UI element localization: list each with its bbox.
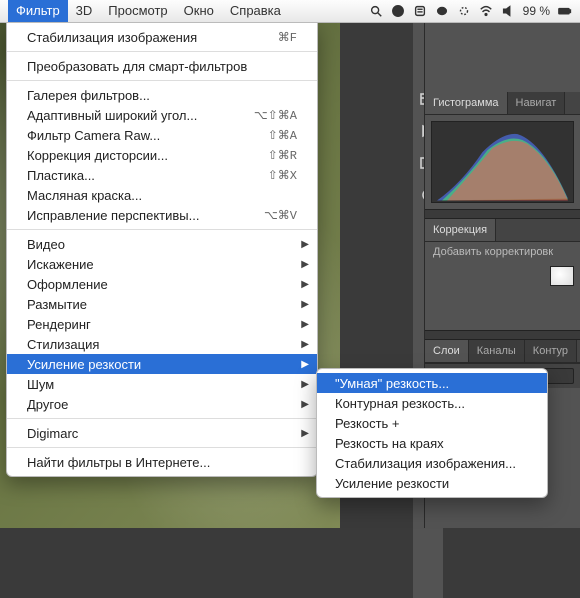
chevron-right-icon: ▶ [301,319,309,330]
menu-stylize[interactable]: Стилизация▶ [7,334,317,354]
menu-oil-paint[interactable]: Масляная краска... [7,185,317,205]
tab-navigator[interactable]: Навигат [508,92,566,114]
chevron-right-icon: ▶ [301,339,309,350]
chevron-right-icon: ▶ [301,379,309,390]
battery-icon[interactable] [558,4,572,18]
volume-icon[interactable] [501,4,515,18]
menu-other[interactable]: Другое▶ [7,394,317,414]
submenu-sharpen-more[interactable]: Резкость + [317,413,547,433]
menu-3d[interactable]: 3D [68,0,101,22]
menu-noise[interactable]: Шум▶ [7,374,317,394]
wifi-icon[interactable] [479,4,493,18]
menubar: Фильтр 3D Просмотр Окно Справка 99 % [0,0,580,23]
menu-filter-gallery[interactable]: Галерея фильтров... [7,85,317,105]
sharpen-submenu: "Умная" резкость... Контурная резкость..… [316,368,548,498]
chevron-right-icon: ▶ [301,279,309,290]
chevron-right-icon: ▶ [301,239,309,250]
add-adjustment-label: Добавить корректировк [425,242,580,262]
menu-digimarc[interactable]: Digimarc▶ [7,423,317,443]
submenu-edge-sharpen[interactable]: Контурная резкость... [317,393,547,413]
tab-paths[interactable]: Контур [525,340,577,362]
tab-channels[interactable]: Каналы [469,340,525,362]
adjustment-icon[interactable] [550,266,574,286]
tab-adjustments[interactable]: Коррекция [425,219,496,241]
menu-render[interactable]: Рендеринг▶ [7,314,317,334]
menu-vanishing-point[interactable]: Исправление перспективы...⌥⌘V [7,205,317,225]
menu-help[interactable]: Справка [222,0,289,22]
submenu-smart-sharpen[interactable]: "Умная" резкость... [317,373,547,393]
chevron-right-icon: ▶ [301,259,309,270]
menu-blur[interactable]: Размытие▶ [7,294,317,314]
menu-stabilize[interactable]: Стабилизация изображения⌘F [7,27,317,47]
menu-pixelate[interactable]: Оформление▶ [7,274,317,294]
tab-histogram[interactable]: Гистограмма [425,92,508,114]
submenu-unsharp-mask[interactable]: Усиление резкости [317,473,547,493]
submenu-sharpen-edges[interactable]: Резкость на краях [317,433,547,453]
chevron-right-icon: ▶ [301,399,309,410]
tab-layers[interactable]: Слои [425,340,469,362]
menu-camera-raw[interactable]: Фильтр Camera Raw...⇧⌘A [7,125,317,145]
chevron-right-icon: ▶ [301,428,309,439]
menu-lens-correction[interactable]: Коррекция дисторсии...⇧⌘R [7,145,317,165]
menu-liquify[interactable]: Пластика...⇧⌘X [7,165,317,185]
menu-video[interactable]: Видео▶ [7,234,317,254]
menu-adaptive-wide[interactable]: Адаптивный широкий угол...⌥⇧⌘A [7,105,317,125]
submenu-shake-reduction[interactable]: Стабилизация изображения... [317,453,547,473]
battery-text: 99 % [523,4,550,18]
spotlight-icon[interactable] [369,4,383,18]
chevron-right-icon: ▶ [301,299,309,310]
menu-window[interactable]: Окно [176,0,222,22]
menu-distort[interactable]: Искажение▶ [7,254,317,274]
system-tray: 99 % [369,4,572,18]
histogram-display [431,121,574,203]
menu-view[interactable]: Просмотр [100,0,175,22]
menu-filter[interactable]: Фильтр [8,0,68,22]
filter-dropdown: Стабилизация изображения⌘F Преобразовать… [6,22,318,477]
cc-icon[interactable] [391,4,405,18]
cloud-icon[interactable] [435,4,449,18]
notification-icon[interactable] [413,4,427,18]
menu-browse-online[interactable]: Найти фильтры в Интернете... [7,452,317,472]
chevron-right-icon: ▶ [301,359,309,370]
menu-convert-smart[interactable]: Преобразовать для смарт-фильтров [7,56,317,76]
sync-icon[interactable] [457,4,471,18]
menu-sharpen[interactable]: Усиление резкости▶ [7,354,317,374]
